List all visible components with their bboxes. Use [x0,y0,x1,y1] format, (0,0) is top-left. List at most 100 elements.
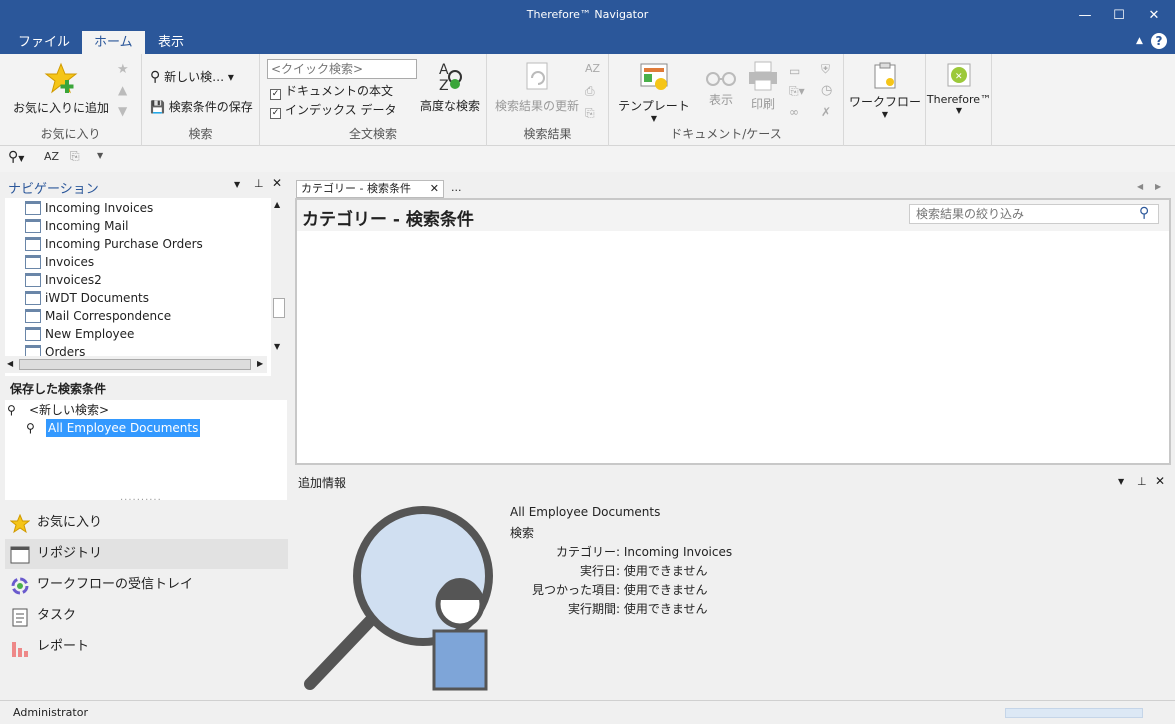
pane-menu-icon[interactable]: ▼ [1118,477,1124,486]
remove-favorite-icon[interactable]: ★ [117,62,129,77]
tab-home[interactable]: ホーム [82,31,145,54]
saved-search-item-selected[interactable]: ⚲ All Employee Documents [26,419,201,437]
close-button[interactable]: ✕ [1136,0,1172,31]
saved-search-item[interactable]: ⚲ <新しい検索> [7,401,111,419]
nav-repository[interactable]: リポジトリ [5,539,288,569]
az-small-icon[interactable]: AZ [44,150,59,163]
tree-item[interactable]: iWDT Documents [25,289,149,307]
scrollbar-thumb[interactable] [19,359,251,370]
nav-reports[interactable]: レポート [5,632,288,662]
scroll-up-icon[interactable]: ▲ [274,200,280,209]
help-icon[interactable]: ? [1151,33,1167,49]
bar-chart-icon [12,642,28,657]
nav-tasks[interactable]: タスク [5,601,288,631]
move-down-icon[interactable]: ▼ [118,104,127,118]
checkbox-checked-icon: ✓ [270,108,281,119]
therefore-button[interactable]: ✕ Therefore™ ▼ [926,62,992,115]
scroll-right-icon[interactable]: ▶ [257,359,263,368]
tab-view[interactable]: 表示 [146,31,196,54]
tree-vertical-scrollbar[interactable]: ▲ ▼ [271,198,287,376]
tab-overflow[interactable]: ... [451,181,462,194]
nav-workflow-inbox[interactable]: ワークフローの受信トレイ [5,570,288,600]
navigation-header: ナビゲーション ▼ ⊥ ✕ [0,172,292,198]
collapse-ribbon-icon[interactable]: ▲ [1136,36,1143,46]
quick-search-input[interactable] [267,59,417,79]
star-icon [10,514,30,534]
splitter-grip[interactable]: ·········· [120,495,162,506]
tree-horizontal-scrollbar[interactable]: ◀ ▶ [5,356,267,373]
workflow-button[interactable]: ワークフロー ▼ [846,62,924,119]
workflow-cycle-icon [11,577,29,595]
tree-item[interactable]: New Employee [25,325,134,343]
document-text-checkbox[interactable]: ✓ ドキュメントの本文 [270,82,393,100]
ribbon: お気に入りに追加 ★ ▲ ▼ お気に入り ⚲ 新しい検… ▾ 💾 検索条件の保存… [0,54,1175,146]
tab-scroll-right-icon[interactable]: ▶ [1155,182,1161,191]
search-group: ⚲ 新しい検… ▾ 💾 検索条件の保存 検索 [142,54,260,146]
shield-icon[interactable]: ⛨ [821,62,830,77]
sort-icon[interactable]: AZ [585,62,600,75]
refresh-results-button[interactable]: 検索結果の更新 [491,60,583,114]
pane-menu-icon[interactable]: ▼ [234,180,240,189]
title-bar: Therefore™ Navigator — ☐ ✕ [0,0,1175,31]
category-icon [25,237,41,251]
filter-results-input[interactable] [909,204,1159,224]
fulltext-group-label: 全文検索 [348,127,397,141]
clipboard-icon [874,62,896,89]
search-group-label: 検索 [188,127,213,141]
index-data-checkbox[interactable]: ✓ インデックス データ [270,101,396,119]
navigation-title: ナビゲーション [8,182,99,197]
results-group: 検索結果の更新 AZ ⎙ ⎘ 検索結果 [487,54,609,146]
pane-close-icon[interactable]: ✕ [272,176,282,190]
minimize-button[interactable]: — [1067,0,1103,31]
tree-item[interactable]: Incoming Mail [25,217,129,235]
tree-item[interactable]: Invoices [25,253,94,271]
favorites-group: お気に入りに追加 ★ ▲ ▼ お気に入り [0,54,142,146]
small-action-icon[interactable]: ▭ [789,64,800,78]
move-up-icon[interactable]: ▲ [118,83,127,97]
maximize-button[interactable]: ☐ [1101,0,1137,31]
new-search-button[interactable]: ⚲ 新しい検… ▾ [150,68,234,85]
clock-icon[interactable]: ◷ [821,83,832,98]
nav-favorites[interactable]: お気に入り [5,508,288,538]
template-button[interactable]: テンプレート ▼ [614,60,694,123]
svg-text:A: A [439,62,449,78]
delete-doc-icon[interactable]: ✗ [821,105,831,119]
link-icon[interactable]: ∞ [789,105,799,119]
print-button[interactable]: 印刷 [743,60,783,112]
search-magnifier-icon: ⚲ [26,421,35,435]
pin-icon[interactable]: ⊥ [1137,475,1147,488]
tab-close-icon[interactable]: ✕ [430,181,439,197]
tab-scroll-left-icon[interactable]: ◀ [1137,182,1143,191]
view-button[interactable]: 表示 [699,68,743,108]
filter-search-icon[interactable]: ⚲ [1139,205,1149,221]
copy-icon[interactable]: ⎘ [585,106,595,121]
scroll-down-icon[interactable]: ▼ [274,342,280,351]
status-user: Administrator [13,706,88,719]
category-icon [25,201,41,215]
template-icon [640,63,668,90]
tree-item[interactable]: Invoices2 [25,271,102,289]
pin-icon[interactable]: ⊥ [254,177,264,190]
doc-export-icon[interactable]: ⎘▾ [789,84,805,99]
info-row: 実行期間: 使用できません [567,602,708,616]
doc-small-icon[interactable]: ⎘ [70,149,80,164]
tab-search-criteria[interactable]: カテゴリー - 検索条件 ✕ [296,180,444,198]
advanced-search-button[interactable]: AZ 高度な検索 [418,60,482,114]
results-group-label: 検索結果 [523,127,572,141]
search-dropdown-icon[interactable]: ⚲▼ [8,149,24,165]
scrollbar-thumb[interactable] [273,298,285,318]
tree-item[interactable]: Incoming Invoices [25,199,153,217]
category-tree: Incoming Invoices Incoming Mail Incoming… [5,198,287,376]
svg-text:Z: Z [439,78,449,94]
tab-file[interactable]: ファイル [6,31,82,54]
pane-close-icon[interactable]: ✕ [1155,474,1165,488]
print-list-icon[interactable]: ⎙ [585,84,595,99]
tree-item[interactable]: Mail Correspondence [25,307,171,325]
add-favorite-button[interactable]: お気に入りに追加 [8,62,114,116]
save-search-button[interactable]: 💾 検索条件の保存 [150,98,253,115]
customize-qat-icon[interactable]: ▼ [97,151,103,160]
tree-item[interactable]: Incoming Purchase Orders [25,235,203,253]
doc-heading: カテゴリー - 検索条件 [302,210,474,230]
info-type: 検索 [510,526,535,540]
scroll-left-icon[interactable]: ◀ [7,359,13,368]
